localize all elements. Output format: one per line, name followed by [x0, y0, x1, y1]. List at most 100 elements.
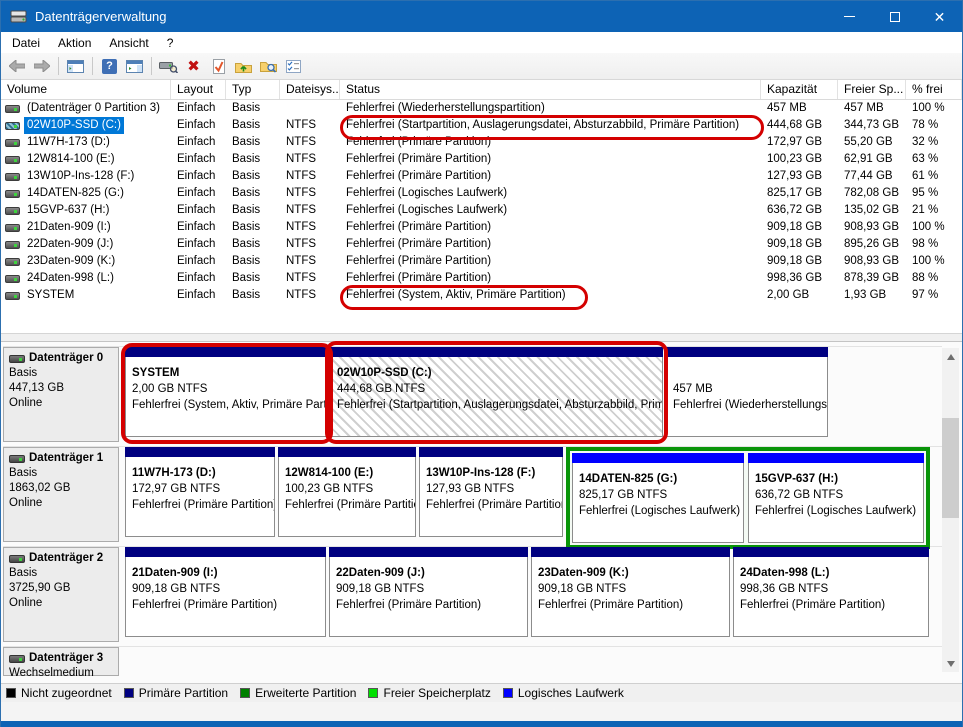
partition-name: 14DATEN-825 (G:) — [579, 471, 737, 487]
capacity-cell: 100,23 GB — [761, 151, 838, 168]
volume-row[interactable]: 21Daten-909 (I:) Einfach Basis NTFS Fehl… — [1, 219, 962, 236]
partition-name: 12W814-100 (E:) — [285, 465, 409, 481]
primary-partition-bar — [329, 547, 528, 557]
disk-0-header[interactable]: Datenträger 0 Basis 447,13 GB Online — [3, 347, 119, 442]
partition-status: Fehlerfrei (Startpartition, Auslagerungs… — [337, 397, 656, 413]
vertical-scrollbar[interactable] — [942, 348, 959, 672]
volume-row[interactable]: 22Daten-909 (J:) Einfach Basis NTFS Fehl… — [1, 236, 962, 253]
disk-icon — [5, 241, 20, 249]
volume-row-selected[interactable]: 02W10P-SSD (C:) Einfach Basis NTFS Fehle… — [1, 117, 962, 134]
partition-g-logical[interactable]: 14DATEN-825 (G:) 825,17 GB NTFS Fehlerfr… — [572, 453, 744, 543]
console-tree-icon[interactable] — [64, 55, 87, 77]
close-button[interactable]: ✕ — [917, 1, 962, 32]
app-disk-icon — [10, 10, 28, 24]
volume-name: SYSTEM — [24, 287, 77, 304]
column-header-status[interactable]: Status — [340, 80, 761, 99]
maximize-button[interactable] — [872, 1, 917, 32]
percent-free-cell: 32 % — [906, 134, 962, 151]
volume-row[interactable]: 24Daten-998 (L:) Einfach Basis NTFS Fehl… — [1, 270, 962, 287]
partition-system[interactable]: SYSTEM 2,00 GB NTFS Fehlerfrei (System, … — [125, 347, 327, 437]
volume-row[interactable]: 23Daten-909 (K:) Einfach Basis NTFS Fehl… — [1, 253, 962, 270]
free-cell: 1,93 GB — [838, 287, 906, 304]
partition-l[interactable]: 24Daten-998 (L:) 998,36 GB NTFS Fehlerfr… — [733, 547, 929, 637]
menu-ansicht[interactable]: Ansicht — [100, 34, 157, 52]
disk-size: 3725,90 GB — [9, 581, 113, 596]
partition-f[interactable]: 13W10P-Ins-128 (F:) 127,93 GB NTFS Fehle… — [419, 447, 563, 537]
partition-name: 02W10P-SSD (C:) — [337, 365, 656, 381]
action-pane-icon[interactable] — [123, 55, 146, 77]
partition-j[interactable]: 22Daten-909 (J:) 909,18 GB NTFS Fehlerfr… — [329, 547, 528, 637]
volume-row[interactable]: 14DATEN-825 (G:) Einfach Basis NTFS Fehl… — [1, 185, 962, 202]
forward-icon[interactable] — [30, 55, 53, 77]
layout-cell: Einfach — [171, 117, 226, 134]
folder-up-icon[interactable] — [232, 55, 255, 77]
status-cell: Fehlerfrei (Primäre Partition) — [340, 270, 761, 287]
typ-cell: Basis — [226, 134, 280, 151]
volume-row[interactable]: (Datenträger 0 Partition 3) Einfach Basi… — [1, 100, 962, 117]
volume-row[interactable]: 15GVP-637 (H:) Einfach Basis NTFS Fehler… — [1, 202, 962, 219]
partition-recovery[interactable]: 457 MB Fehlerfrei (Wiederherstellungspar… — [666, 347, 828, 437]
partition-size: 909,18 GB NTFS — [538, 581, 723, 597]
minimize-button[interactable] — [827, 1, 872, 32]
disk-state: Online — [9, 496, 113, 511]
column-header-layout[interactable]: Layout — [171, 80, 226, 99]
disk-1-header[interactable]: Datenträger 1 Basis 1863,02 GB Online — [3, 447, 119, 542]
partition-k[interactable]: 23Daten-909 (K:) 909,18 GB NTFS Fehlerfr… — [531, 547, 730, 637]
scroll-down-arrow-icon[interactable] — [942, 655, 959, 672]
column-header-prozent-frei[interactable]: % frei — [906, 80, 962, 99]
column-header-kapazitaet[interactable]: Kapazität — [761, 80, 838, 99]
primary-partition-bar — [125, 347, 327, 357]
legend-item-logical: Logisches Laufwerk — [503, 686, 624, 700]
volume-row[interactable]: 13W10P-Ins-128 (F:) Einfach Basis NTFS F… — [1, 168, 962, 185]
column-header-freier-speicher[interactable]: Freier Sp... — [838, 80, 906, 99]
window-title: Datenträgerverwaltung — [35, 9, 827, 24]
volume-row[interactable]: SYSTEM Einfach Basis NTFS Fehlerfrei (Sy… — [1, 287, 962, 304]
disk-row-1: Datenträger 1 Basis 1863,02 GB Online 11… — [3, 446, 942, 542]
window-bottom-edge — [1, 721, 962, 727]
partition-i[interactable]: 21Daten-909 (I:) 909,18 GB NTFS Fehlerfr… — [125, 547, 326, 637]
menu-aktion[interactable]: Aktion — [49, 34, 100, 52]
back-icon[interactable] — [5, 55, 28, 77]
volume-row[interactable]: 11W7H-173 (D:) Einfach Basis NTFS Fehler… — [1, 134, 962, 151]
partition-name: 11W7H-173 (D:) — [132, 465, 268, 481]
volume-list-header: Volume Layout Typ Dateisys... Status Kap… — [1, 80, 962, 100]
partition-name: 23Daten-909 (K:) — [538, 565, 723, 581]
disk-size: 447,13 GB — [9, 381, 113, 396]
disk-2-header[interactable]: Datenträger 2 Basis 3725,90 GB Online — [3, 547, 119, 642]
disk-view-icon[interactable] — [157, 55, 180, 77]
delete-icon[interactable]: ✖ — [182, 55, 205, 77]
disk-name: Datenträger 2 — [29, 551, 103, 566]
partition-c-selected[interactable]: 02W10P-SSD (C:) 444,68 GB NTFS Fehlerfre… — [330, 347, 663, 437]
menu-hilfe[interactable]: ? — [158, 34, 183, 52]
column-header-dateisystem[interactable]: Dateisys... — [280, 80, 340, 99]
partition-size: 825,17 GB NTFS — [579, 487, 737, 503]
status-cell: Fehlerfrei (Wiederherstellungspartition) — [340, 100, 761, 117]
partition-status: Fehlerfrei (Primäre Partition) — [538, 597, 723, 613]
column-header-volume[interactable]: Volume — [1, 80, 171, 99]
typ-cell: Basis — [226, 185, 280, 202]
partition-h-logical[interactable]: 15GVP-637 (H:) 636,72 GB NTFS Fehlerfrei… — [748, 453, 924, 543]
column-header-typ[interactable]: Typ — [226, 80, 280, 99]
folder-search-icon[interactable] — [257, 55, 280, 77]
check-document-icon[interactable] — [207, 55, 230, 77]
partition-size: 909,18 GB NTFS — [336, 581, 521, 597]
help-icon[interactable]: ? — [98, 55, 121, 77]
percent-free-cell: 88 % — [906, 270, 962, 287]
scrollbar-thumb[interactable] — [942, 418, 959, 518]
pane-splitter[interactable] — [1, 333, 962, 342]
disk-state: Online — [9, 596, 113, 611]
menu-datei[interactable]: Datei — [3, 34, 49, 52]
fs-cell: NTFS — [280, 287, 340, 304]
volume-row[interactable]: 12W814-100 (E:) Einfach Basis NTFS Fehle… — [1, 151, 962, 168]
disk-name: Datenträger 1 — [29, 451, 103, 466]
partition-status: Fehlerfrei (Logisches Laufwerk) — [755, 503, 917, 519]
partition-d[interactable]: 11W7H-173 (D:) 172,97 GB NTFS Fehlerfrei… — [125, 447, 275, 537]
partition-name: 15GVP-637 (H:) — [755, 471, 917, 487]
status-strip — [1, 702, 962, 721]
task-list-icon[interactable] — [282, 55, 305, 77]
disk-icon — [9, 555, 25, 563]
partition-e[interactable]: 12W814-100 (E:) 100,23 GB NTFS Fehlerfre… — [278, 447, 416, 537]
legend-color-swatch — [240, 688, 250, 698]
scroll-up-arrow-icon[interactable] — [942, 348, 959, 365]
disk-3-header[interactable]: Datenträger 3 Wechselmedium — [3, 647, 119, 676]
